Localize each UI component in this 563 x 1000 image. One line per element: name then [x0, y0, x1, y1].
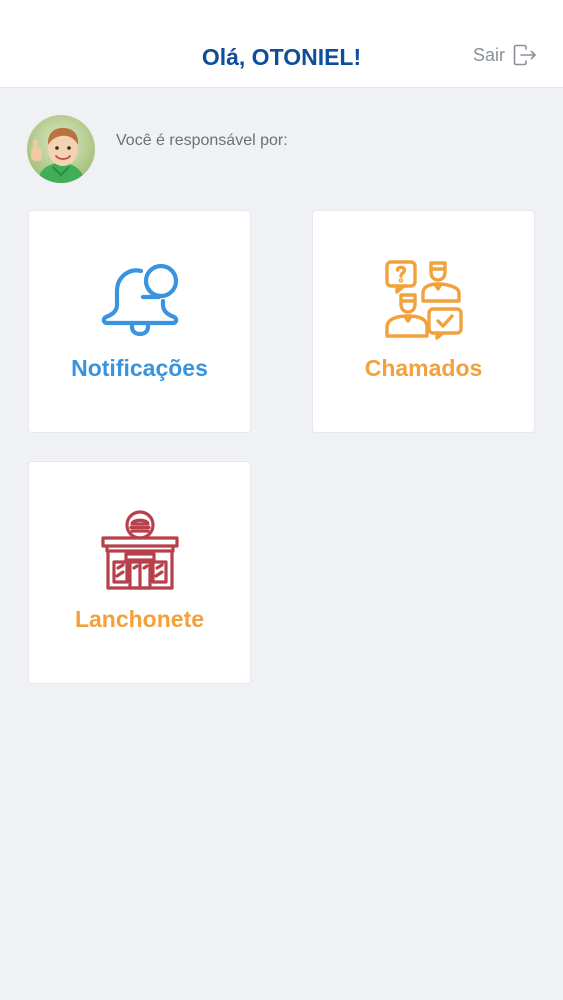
snack-bar-card[interactable]: Lanchonete	[29, 462, 250, 683]
snack-bar-icon	[99, 510, 181, 592]
avatar[interactable]	[27, 115, 95, 183]
logout-label: Sair	[472, 44, 505, 65]
app-header: Olá, OTONIEL! Sair	[0, 0, 563, 88]
tickets-label: Chamados	[364, 355, 483, 381]
notifications-label: Notificações	[71, 355, 208, 381]
support-chat-icon	[383, 259, 465, 341]
logout-button[interactable]: Sair	[473, 44, 537, 66]
notifications-card[interactable]: Notificações	[29, 211, 250, 432]
tickets-card[interactable]: Chamados	[313, 211, 534, 432]
responsible-for-text: Você é responsável por:	[116, 132, 288, 149]
snack-bar-label: Lanchonete	[74, 606, 205, 632]
profile-row: Você é responsável por:	[27, 115, 288, 183]
bell-icon	[99, 259, 181, 341]
logout-icon	[513, 44, 537, 66]
